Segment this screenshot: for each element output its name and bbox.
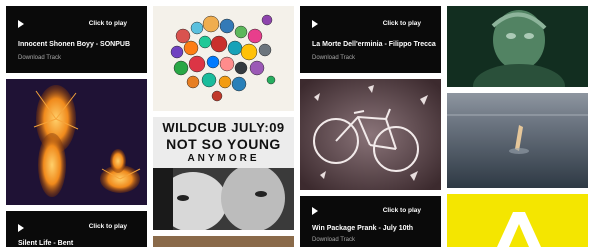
green-portrait-artwork[interactable]	[447, 6, 588, 87]
faces-photo	[153, 168, 294, 230]
feather-illustration	[6, 79, 147, 205]
click-to-play-label[interactable]: Click to play	[383, 207, 421, 214]
track-title: Innocent Shonen Boyy - SONPUB	[18, 41, 131, 48]
track-card-win-package-prank[interactable]: Click to play Win Package Prank - July 1…	[300, 196, 441, 247]
brown-artwork-partial[interactable]	[153, 236, 294, 247]
bicycle-illustration	[300, 79, 441, 190]
play-icon[interactable]	[18, 224, 24, 232]
play-icon[interactable]	[312, 20, 318, 28]
circles-collage-artwork[interactable]	[153, 6, 294, 111]
click-to-play-label[interactable]: Click to play	[89, 20, 127, 27]
poster-headline: WILDCUB JULY:09	[162, 120, 285, 135]
orange-feather-artwork[interactable]	[6, 79, 147, 205]
track-card-innocent-shonen-boyy[interactable]: Click to play Innocent Shonen Boyy - SON…	[6, 6, 147, 73]
track-title: Win Package Prank - July 10th	[312, 225, 414, 232]
circles-collage	[153, 6, 294, 111]
track-card-silent-life[interactable]: Click to play Silent Life - Bent	[6, 211, 147, 247]
yellow-letter-graphic	[447, 194, 588, 247]
poster-subhead-2: ANYMORE	[187, 153, 260, 164]
click-to-play-label[interactable]: Click to play	[89, 223, 127, 230]
yellow-artwork[interactable]	[447, 194, 588, 247]
play-icon[interactable]	[18, 20, 24, 28]
bicycle-artwork[interactable]	[300, 79, 441, 190]
track-card-la-morte-dellerminia[interactable]: Click to play La Morte Dell'erminia - Fi…	[300, 6, 441, 73]
wildcub-poster[interactable]: WILDCUB JULY:09 NOT SO YOUNG ANYMORE	[153, 117, 294, 230]
track-title: Silent Life - Bent	[18, 240, 74, 247]
download-track-link[interactable]: Download Track	[312, 237, 355, 243]
portrait-photo	[447, 6, 588, 87]
play-icon[interactable]	[312, 207, 318, 215]
track-title: La Morte Dell'erminia - Filippo Trecca	[312, 41, 436, 48]
poster-subhead: NOT SO YOUNG	[166, 136, 281, 152]
sea-photo	[447, 93, 588, 188]
download-track-link[interactable]: Download Track	[18, 55, 61, 61]
sea-artwork[interactable]	[447, 93, 588, 188]
click-to-play-label[interactable]: Click to play	[383, 20, 421, 27]
download-track-link[interactable]: Download Track	[312, 55, 355, 61]
